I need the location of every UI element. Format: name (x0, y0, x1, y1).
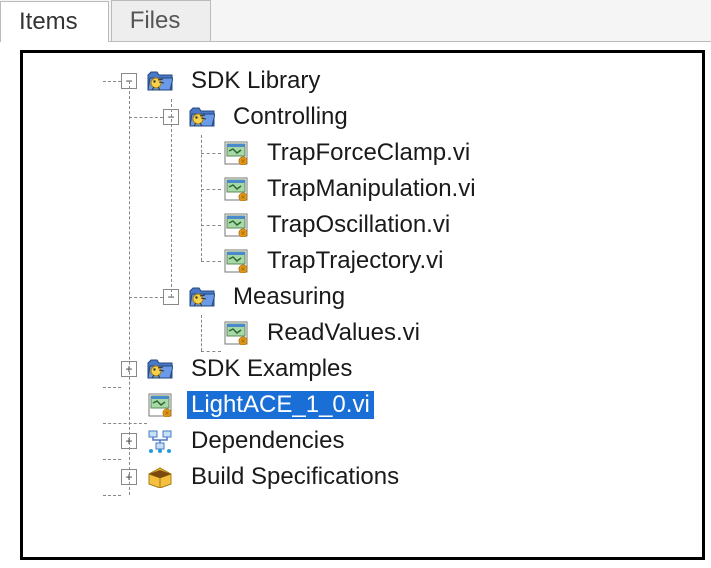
vi-icon (223, 140, 249, 166)
tree-node-vi[interactable]: TrapTrajectory.vi (23, 243, 696, 279)
vi-icon (223, 176, 249, 202)
tree-label: Measuring (229, 283, 349, 311)
tree-node-vi[interactable]: TrapOscillation.vi (23, 207, 696, 243)
tree-label: Dependencies (187, 427, 348, 455)
vi-icon (147, 392, 173, 418)
folder-icon (147, 356, 173, 382)
tree-label: Controlling (229, 103, 352, 131)
tree-node-controlling[interactable]: − Controlling (23, 99, 696, 135)
vi-icon (223, 320, 249, 346)
tree-label: Build Specifications (187, 463, 403, 491)
tree-node-measuring[interactable]: − Measuring (23, 279, 696, 315)
tree-node-build-specs[interactable]: + Build Specifications (23, 459, 696, 495)
folder-icon (189, 104, 215, 130)
vi-icon (223, 212, 249, 238)
tree-label: TrapForceClamp.vi (263, 139, 474, 167)
tree-node-sdk-library[interactable]: − SDK Library (23, 63, 696, 99)
tree-node-vi[interactable]: ReadValues.vi (23, 315, 696, 351)
toggle-expand-icon[interactable]: + (121, 433, 137, 449)
tree-node-dependencies[interactable]: + Dependencies (23, 423, 696, 459)
toggle-expand-icon[interactable]: + (121, 361, 137, 377)
tree-label: SDK Examples (187, 355, 356, 383)
tab-items[interactable]: Items (0, 1, 109, 42)
tree-node-lightace[interactable]: LightACE_1_0.vi (23, 387, 696, 423)
folder-icon (189, 284, 215, 310)
tab-files[interactable]: Files (111, 0, 212, 41)
toggle-collapse-icon[interactable]: − (163, 289, 179, 305)
toggle-collapse-icon[interactable]: − (121, 73, 137, 89)
tree-label: TrapOscillation.vi (263, 211, 454, 239)
toggle-expand-icon[interactable]: + (121, 469, 137, 485)
tree-node-sdk-examples[interactable]: + SDK Examples (23, 351, 696, 387)
project-tabs: Items Files (0, 0, 711, 42)
toggle-collapse-icon[interactable]: − (163, 109, 179, 125)
dependencies-icon (147, 428, 173, 454)
tree-label: ReadValues.vi (263, 319, 424, 347)
vi-icon (223, 248, 249, 274)
tree-label: TrapTrajectory.vi (263, 247, 447, 275)
folder-icon (147, 68, 173, 94)
tree-node-vi[interactable]: TrapForceClamp.vi (23, 135, 696, 171)
tree-label: SDK Library (187, 67, 324, 95)
tree-label: TrapManipulation.vi (263, 175, 480, 203)
project-tree: − SDK Library − Controlling TrapForceCla… (23, 63, 696, 495)
tree-node-vi[interactable]: TrapManipulation.vi (23, 171, 696, 207)
tree-label: LightACE_1_0.vi (187, 391, 374, 419)
build-spec-icon (147, 464, 173, 490)
project-tree-panel: − SDK Library − Controlling TrapForceCla… (20, 50, 705, 560)
